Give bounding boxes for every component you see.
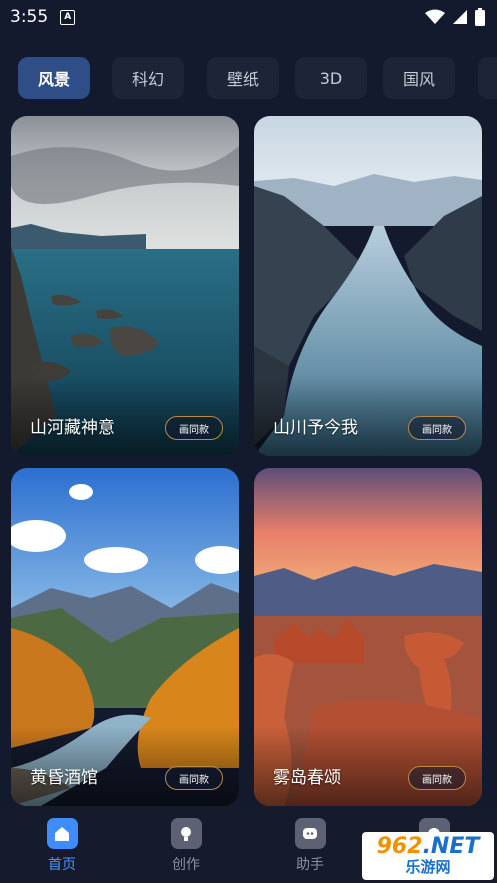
watermark-main: 962.NET <box>377 836 480 858</box>
home-icon <box>46 818 78 849</box>
nav-label: 首页 <box>48 857 76 873</box>
nav-label: 创作 <box>172 857 200 873</box>
card-autumn[interactable]: 黄昏酒馆 画同款 <box>11 468 239 806</box>
nav-home[interactable]: 首页 <box>22 818 102 874</box>
tab-guofeng[interactable]: 国风 <box>383 57 455 99</box>
card-title: 山川予今我 <box>273 418 358 438</box>
draw-same-button[interactable]: 画同款 <box>408 416 466 440</box>
card-fjord[interactable]: 山川予今我 画同款 <box>254 116 482 456</box>
watermark-sub: 乐游网 <box>405 858 451 876</box>
tab-wallpaper[interactable]: 壁纸 <box>207 57 279 99</box>
nav-assistant[interactable]: 助手 <box>270 818 350 874</box>
battery-icon <box>475 8 485 26</box>
card-coast[interactable]: 山河藏神意 画同款 <box>11 116 239 456</box>
draw-same-button[interactable]: 画同款 <box>408 766 466 790</box>
category-tabs: 风景 科幻 壁纸 3D 国风 <box>0 57 497 99</box>
tab-3d[interactable]: 3D <box>295 57 367 99</box>
status-icons <box>425 8 485 26</box>
a-icon: A <box>60 9 76 25</box>
draw-same-button[interactable]: 画同款 <box>165 416 223 440</box>
nav-label: 助手 <box>296 857 324 873</box>
tab-more[interactable] <box>478 57 497 99</box>
site-watermark-logo: 962.NET 乐游网 <box>362 832 494 880</box>
signal-icon <box>453 10 467 24</box>
draw-same-button[interactable]: 画同款 <box>165 766 223 790</box>
wifi-icon <box>425 9 445 24</box>
card-title: 黄昏酒馆 <box>30 768 98 788</box>
status-left: 3:55 A <box>10 7 76 27</box>
tab-scifi[interactable]: 科幻 <box>112 57 184 99</box>
watermark-net: .NET <box>422 834 480 859</box>
image-grid: 山河藏神意 画同款 山川予今我 画同款 黄昏酒馆 画同款 雾岛春颂 画同款 <box>0 116 497 806</box>
card-title: 山河藏神意 <box>30 418 115 438</box>
bulb-icon <box>170 818 202 849</box>
nav-create[interactable]: 创作 <box>146 818 226 874</box>
status-bar: 3:55 A <box>0 0 497 34</box>
card-title: 雾岛春颂 <box>273 768 341 788</box>
card-desert[interactable]: 雾岛春颂 画同款 <box>254 468 482 806</box>
tab-landscape[interactable]: 风景 <box>18 57 90 99</box>
status-time: 3:55 <box>10 7 49 27</box>
chat-icon <box>294 818 326 849</box>
watermark-number: 962 <box>376 834 423 859</box>
